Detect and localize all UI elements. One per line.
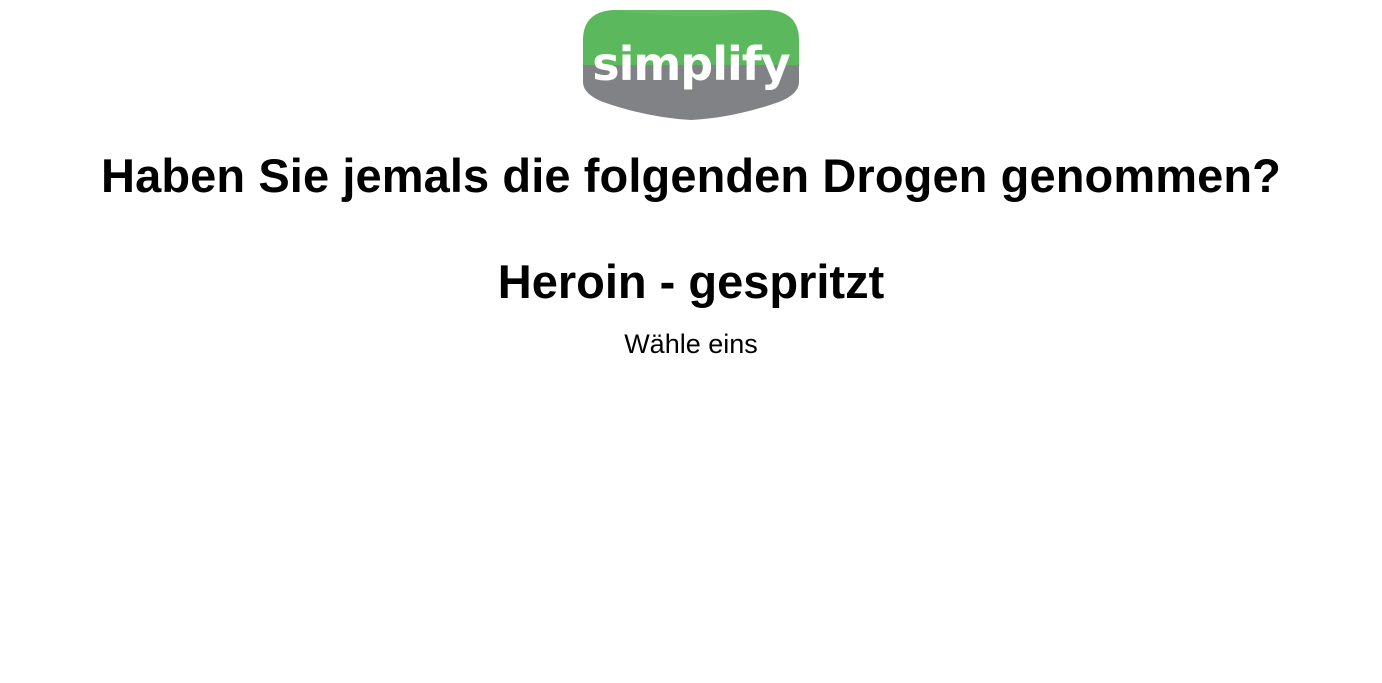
survey-page: simplify Haben Sie jemals die folgenden … bbox=[0, 0, 1382, 683]
question-heading: Haben Sie jemals die folgenden Drogen ge… bbox=[101, 149, 1281, 202]
logo-badge-icon: simplify bbox=[583, 10, 799, 120]
item-heading: Heroin - gespritzt bbox=[497, 255, 885, 308]
simplify-logo: simplify bbox=[583, 10, 799, 120]
instruction-text: Wähle eins bbox=[624, 329, 758, 359]
logo-wordmark: simplify bbox=[592, 37, 791, 91]
